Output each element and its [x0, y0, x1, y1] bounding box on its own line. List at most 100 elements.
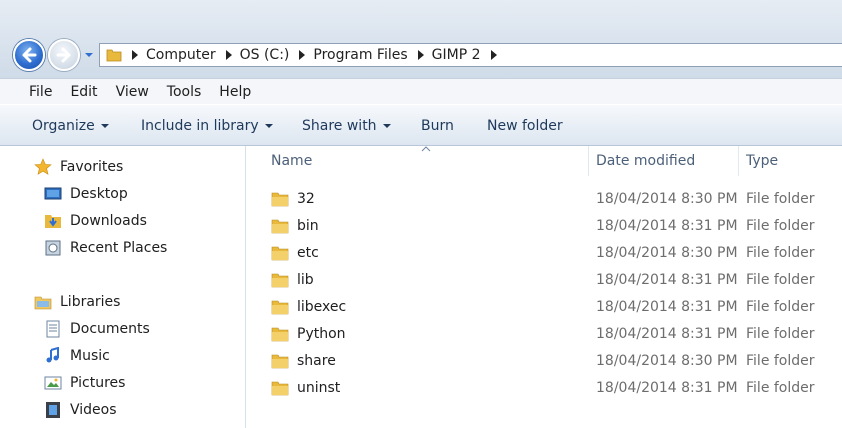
crumb-separator-icon[interactable] [416, 50, 426, 60]
menu-tools[interactable]: Tools [158, 84, 211, 100]
crumb-separator-icon[interactable] [224, 50, 234, 60]
menu-help[interactable]: Help [210, 84, 260, 100]
forward-button[interactable] [48, 39, 80, 71]
file-name: 32 [297, 191, 315, 207]
videos-icon [44, 401, 62, 419]
share-with-button[interactable]: Share with [302, 118, 391, 134]
folder-icon [271, 300, 289, 315]
downloads-folder-icon [44, 212, 62, 230]
chevron-down-icon [382, 124, 391, 128]
crumb-separator-icon[interactable] [297, 50, 307, 60]
sidebar-item-documents[interactable]: Documents [44, 318, 150, 340]
desktop-icon [44, 185, 62, 203]
sidebar-label: Videos [70, 402, 117, 418]
file-date: 18/04/2014 8:30 PM [596, 353, 738, 369]
folder-icon [271, 273, 289, 288]
sidebar-item-music[interactable]: Music [44, 345, 110, 367]
file-type: File folder [746, 380, 815, 396]
menu-edit[interactable]: Edit [61, 84, 106, 100]
sidebar-label: Music [70, 348, 110, 364]
folder-icon [271, 327, 289, 342]
navigation-pane: Favorites Desktop Downloads Recent Place… [0, 146, 246, 428]
column-header-date-modified[interactable]: Date modified [596, 153, 695, 169]
sidebar-label: Libraries [60, 294, 121, 310]
file-row-python[interactable]: Python 18/04/2014 8:31 PM File folder [246, 321, 842, 348]
sidebar-label: Recent Places [70, 240, 168, 256]
file-type: File folder [746, 326, 815, 342]
file-name: share [297, 353, 336, 369]
file-type: File folder [746, 218, 815, 234]
sidebar-item-desktop[interactable]: Desktop [44, 183, 128, 205]
file-row-lib[interactable]: lib 18/04/2014 8:31 PM File folder [246, 267, 842, 294]
breadcrumb-program-files[interactable]: Program Files [313, 47, 407, 63]
new-folder-button[interactable]: New folder [487, 118, 563, 134]
include-in-library-label: Include in library [141, 118, 259, 134]
libraries-icon [34, 293, 52, 311]
sidebar-item-libraries[interactable]: Libraries [34, 291, 120, 313]
column-header-type[interactable]: Type [746, 153, 778, 169]
file-name: uninst [297, 380, 341, 396]
column-divider[interactable] [738, 146, 739, 176]
folder-icon [271, 354, 289, 369]
file-row-libexec[interactable]: libexec 18/04/2014 8:31 PM File folder [246, 294, 842, 321]
chevron-down-icon [85, 53, 93, 57]
file-row-uninst[interactable]: uninst 18/04/2014 8:31 PM File folder [246, 375, 842, 402]
file-row-bin[interactable]: bin 18/04/2014 8:31 PM File folder [246, 213, 842, 240]
breadcrumb-gimp-2[interactable]: GIMP 2 [432, 47, 481, 63]
sidebar-item-downloads[interactable]: Downloads [44, 210, 147, 232]
sidebar-label: Pictures [70, 375, 126, 391]
file-date: 18/04/2014 8:30 PM [596, 191, 738, 207]
file-name: etc [297, 245, 319, 261]
file-date: 18/04/2014 8:30 PM [596, 245, 738, 261]
file-type: File folder [746, 245, 815, 261]
file-type: File folder [746, 191, 815, 207]
burn-button[interactable]: Burn [421, 118, 454, 134]
file-type: File folder [746, 272, 815, 288]
sidebar-item-recent-places[interactable]: Recent Places [44, 237, 167, 259]
breadcrumb-computer[interactable]: Computer [146, 47, 216, 63]
file-name: libexec [297, 299, 347, 315]
sidebar-item-favorites[interactable]: Favorites [34, 156, 123, 178]
menu-file[interactable]: File [20, 84, 61, 100]
file-name: lib [297, 272, 314, 288]
folder-icon [271, 192, 289, 207]
file-row-share[interactable]: share 18/04/2014 8:30 PM File folder [246, 348, 842, 375]
folder-icon [271, 246, 289, 261]
sidebar-label: Downloads [70, 213, 147, 229]
breadcrumb-os-c[interactable]: OS (C:) [240, 47, 290, 63]
folder-icon [106, 47, 122, 63]
column-header-name[interactable]: Name [271, 153, 312, 169]
menu-bar: File Edit View Tools Help [0, 78, 842, 105]
menu-view[interactable]: View [107, 84, 158, 100]
file-type: File folder [746, 353, 815, 369]
sidebar-label: Desktop [70, 186, 128, 202]
forward-arrow-icon [56, 47, 71, 63]
crumb-separator-icon[interactable] [489, 50, 499, 60]
sidebar-item-pictures[interactable]: Pictures [44, 372, 125, 394]
file-date: 18/04/2014 8:31 PM [596, 326, 738, 342]
organize-label: Organize [32, 118, 95, 134]
include-in-library-button[interactable]: Include in library [141, 118, 273, 134]
music-note-icon [44, 346, 62, 365]
column-divider[interactable] [588, 146, 589, 176]
recent-places-icon [44, 239, 62, 257]
file-date: 18/04/2014 8:31 PM [596, 218, 738, 234]
file-date: 18/04/2014 8:31 PM [596, 299, 738, 315]
recent-pages-dropdown[interactable] [82, 48, 96, 62]
file-row-etc[interactable]: etc 18/04/2014 8:30 PM File folder [246, 240, 842, 267]
file-date: 18/04/2014 8:31 PM [596, 272, 738, 288]
sidebar-label: Favorites [60, 159, 124, 175]
file-row-32[interactable]: 32 18/04/2014 8:30 PM File folder [246, 186, 842, 213]
sidebar-item-videos[interactable]: Videos [44, 399, 117, 421]
file-name: bin [297, 218, 319, 234]
back-button[interactable] [13, 39, 45, 71]
organize-button[interactable]: Organize [32, 118, 109, 134]
command-toolbar: Organize Include in library Share with B… [0, 104, 842, 146]
file-date: 18/04/2014 8:31 PM [596, 380, 738, 396]
back-arrow-icon [22, 47, 37, 63]
sidebar-label: Documents [70, 321, 150, 337]
title-bar: Computer OS (C:) Program Files GIMP 2 [0, 0, 842, 78]
address-bar[interactable]: Computer OS (C:) Program Files GIMP 2 [99, 43, 842, 67]
sort-ascending-icon [421, 146, 431, 152]
crumb-separator-icon[interactable] [130, 50, 140, 60]
